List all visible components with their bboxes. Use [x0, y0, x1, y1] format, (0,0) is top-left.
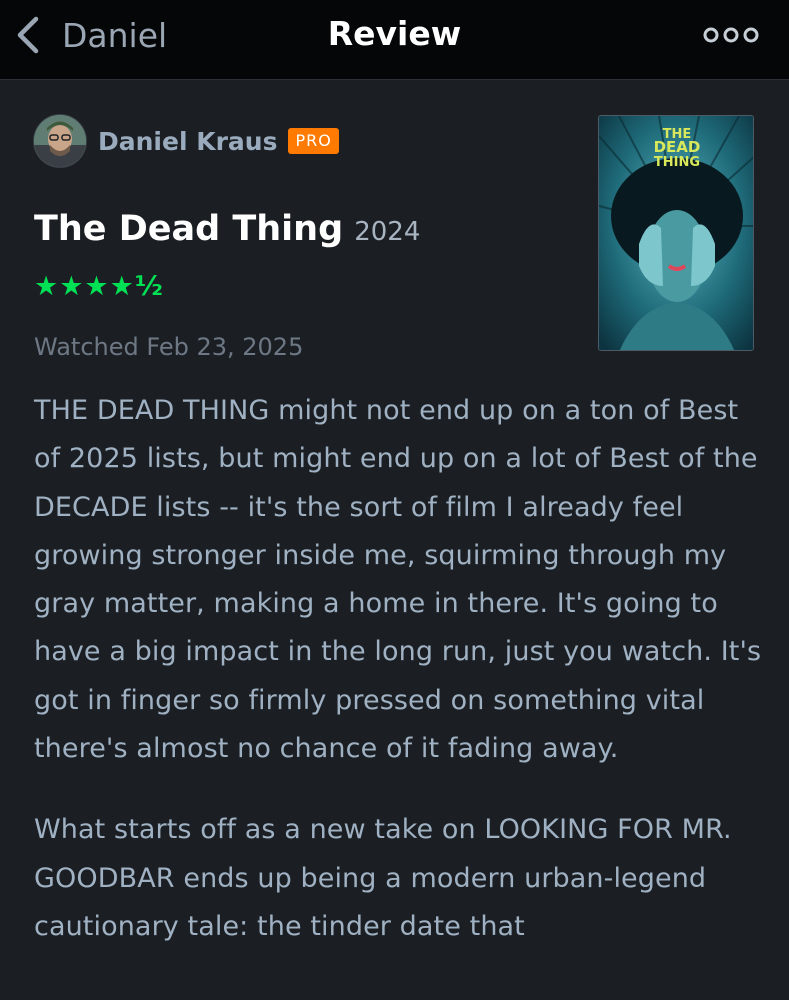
- avatar-image: [34, 115, 86, 167]
- top-navigation-bar: Daniel Review: [0, 0, 789, 80]
- poster-title-line-3: THING: [654, 155, 700, 170]
- review-content: Daniel Kraus PRO The Dead Thing 2024 ★★★…: [0, 81, 789, 1000]
- poster-title-line-2: DEAD: [654, 138, 701, 156]
- page-title: Review: [327, 14, 462, 53]
- watched-date: Watched Feb 23, 2025: [34, 333, 304, 361]
- rating-stars: ★★★★½: [34, 271, 164, 302]
- review-paragraph-1: THE DEAD THING might not end up on a ton…: [34, 395, 762, 765]
- star-rating: ★★★★½: [34, 271, 164, 302]
- review-paragraph-2: What starts off as a new take on LOOKING…: [34, 814, 732, 942]
- film-heading: The Dead Thing 2024: [34, 209, 420, 249]
- pro-badge: PRO: [288, 128, 339, 154]
- avatar[interactable]: [34, 115, 86, 167]
- review-author[interactable]: Daniel Kraus PRO: [34, 115, 339, 167]
- author-name[interactable]: Daniel Kraus: [98, 127, 277, 156]
- film-poster[interactable]: THE DEAD THING: [598, 115, 754, 351]
- film-year[interactable]: 2024: [354, 217, 420, 247]
- film-title[interactable]: The Dead Thing: [34, 209, 343, 249]
- review-body: THE DEAD THING might not end up on a ton…: [34, 387, 764, 984]
- more-options-icon[interactable]: [703, 22, 759, 48]
- poster-artwork: THE DEAD THING: [599, 116, 753, 350]
